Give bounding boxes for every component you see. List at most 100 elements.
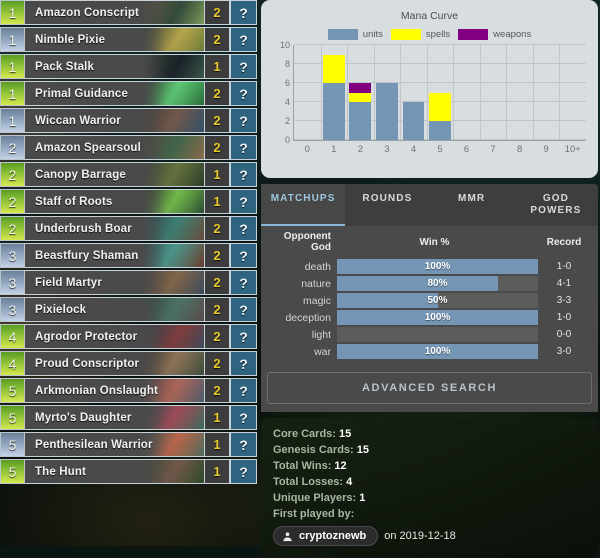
- matchup-row[interactable]: death 100% 1-0: [261, 258, 598, 275]
- matchup-row[interactable]: war 100% 3-0: [261, 343, 598, 360]
- card-quantity: 2: [204, 27, 230, 52]
- card-unknown-marker[interactable]: ?: [230, 27, 257, 52]
- card-name-label: Proud Conscriptor: [35, 357, 140, 370]
- card-unknown-marker[interactable]: ?: [230, 324, 257, 349]
- card-unknown-marker[interactable]: ?: [230, 216, 257, 241]
- card-name-label: Staff of Roots: [35, 195, 113, 208]
- card-row[interactable]: 1 Pack Stalk 1?: [0, 54, 257, 79]
- card-name-cell[interactable]: Nimble Pixie: [25, 27, 204, 52]
- card-row[interactable]: 1 Amazon Conscript 2?: [0, 0, 257, 25]
- chart-x-tick-label: 9: [543, 144, 549, 155]
- card-unknown-marker[interactable]: ?: [230, 54, 257, 79]
- legend-label: weapons: [493, 29, 532, 40]
- card-row[interactable]: 5 Arkmonian Onslaught 2?: [0, 378, 257, 403]
- card-unknown-marker[interactable]: ?: [230, 108, 257, 133]
- tab-god-powers[interactable]: GOD POWERS: [514, 184, 598, 226]
- card-quantity: 1: [204, 54, 230, 79]
- card-name-cell[interactable]: Wiccan Warrior: [25, 108, 204, 133]
- tab-matchups[interactable]: MATCHUPS: [261, 184, 346, 226]
- card-unknown-marker[interactable]: ?: [230, 81, 257, 106]
- card-quantity: 2: [204, 351, 230, 376]
- card-row[interactable]: 3 Pixielock 2?: [0, 297, 257, 322]
- card-cost-badge: 2: [0, 189, 25, 214]
- card-unknown-marker[interactable]: ?: [230, 405, 257, 430]
- tab-mmr[interactable]: MMR: [430, 184, 514, 226]
- card-unknown-marker[interactable]: ?: [230, 162, 257, 187]
- card-unknown-marker[interactable]: ?: [230, 432, 257, 457]
- matchup-row[interactable]: nature 80% 4-1: [261, 275, 598, 292]
- card-unknown-marker[interactable]: ?: [230, 351, 257, 376]
- card-name-cell[interactable]: The Hunt: [25, 459, 204, 484]
- card-name-cell[interactable]: Penthesilean Warrior: [25, 432, 204, 457]
- card-name-cell[interactable]: Underbrush Boar: [25, 216, 204, 241]
- card-row[interactable]: 3 Field Martyr 2?: [0, 270, 257, 295]
- chart-bar: [349, 83, 372, 140]
- card-art-thumbnail: [142, 1, 204, 24]
- card-cost-badge: 1: [0, 54, 25, 79]
- card-row[interactable]: 5 Myrto's Daughter 1?: [0, 405, 257, 430]
- card-unknown-marker[interactable]: ?: [230, 378, 257, 403]
- matchup-row[interactable]: light 0-0: [261, 326, 598, 343]
- card-name-cell[interactable]: Staff of Roots: [25, 189, 204, 214]
- stat-first-played-label: First played by:: [273, 508, 355, 520]
- chart-bar-segment-units: [429, 121, 451, 140]
- card-unknown-marker[interactable]: ?: [230, 243, 257, 268]
- header-win-pct: Win %: [419, 236, 450, 248]
- card-name-cell[interactable]: Amazon Conscript: [25, 0, 204, 25]
- card-row[interactable]: 2 Underbrush Boar 2?: [0, 216, 257, 241]
- card-name-cell[interactable]: Arkmonian Onslaught: [25, 378, 204, 403]
- card-unknown-marker[interactable]: ?: [230, 0, 257, 25]
- card-row[interactable]: 5 Penthesilean Warrior 1?: [0, 432, 257, 457]
- card-name-cell[interactable]: Pack Stalk: [25, 54, 204, 79]
- card-row[interactable]: 3 Beastfury Shaman 2?: [0, 243, 257, 268]
- card-cost-badge: 3: [0, 297, 25, 322]
- card-name-cell[interactable]: Beastfury Shaman: [25, 243, 204, 268]
- stat-core-cards-label: Core Cards:: [273, 428, 336, 440]
- advanced-search-button[interactable]: ADVANCED SEARCH: [267, 372, 592, 404]
- card-cost-badge: 5: [0, 459, 25, 484]
- card-art-thumbnail: [142, 217, 204, 240]
- matchup-row[interactable]: deception 100% 1-0: [261, 309, 598, 326]
- card-name-cell[interactable]: Proud Conscriptor: [25, 351, 204, 376]
- card-row[interactable]: 2 Amazon Spearsoul 2?: [0, 135, 257, 160]
- card-unknown-marker[interactable]: ?: [230, 189, 257, 214]
- card-row[interactable]: 2 Staff of Roots 1?: [0, 189, 257, 214]
- username-label: cryptoznewb: [299, 530, 367, 542]
- card-art-thumbnail: [142, 82, 204, 105]
- card-quantity: 2: [204, 81, 230, 106]
- legend-item: spells: [390, 29, 450, 40]
- card-name-cell[interactable]: Myrto's Daughter: [25, 405, 204, 430]
- card-cost-badge: 4: [0, 324, 25, 349]
- card-row[interactable]: 1 Primal Guidance 2?: [0, 81, 257, 106]
- card-name-cell[interactable]: Pixielock: [25, 297, 204, 322]
- card-row[interactable]: 4 Agrodor Protector 2?: [0, 324, 257, 349]
- matchup-row[interactable]: magic 50% 3-3: [261, 292, 598, 309]
- card-art-thumbnail: [142, 298, 204, 321]
- card-row[interactable]: 4 Proud Conscriptor 2?: [0, 351, 257, 376]
- chart-y-tick-label: 8: [284, 59, 290, 69]
- card-unknown-marker[interactable]: ?: [230, 297, 257, 322]
- card-name-cell[interactable]: Canopy Barrage: [25, 162, 204, 187]
- card-name-label: Beastfury Shaman: [35, 249, 139, 262]
- card-name-cell[interactable]: Field Martyr: [25, 270, 204, 295]
- stats-tabs[interactable]: MATCHUPS ROUNDS MMR GOD POWERS: [261, 184, 598, 226]
- user-badge[interactable]: cryptoznewb: [273, 526, 379, 546]
- chart-plot-area: 0 2 4 6 8 10 0 1 2 3 4 5 6 7 8 9 10+: [280, 40, 586, 155]
- card-row[interactable]: 1 Wiccan Warrior 2?: [0, 108, 257, 133]
- card-row[interactable]: 5 The Hunt 1?: [0, 459, 257, 484]
- card-unknown-marker[interactable]: ?: [230, 135, 257, 160]
- card-name-cell[interactable]: Primal Guidance: [25, 81, 204, 106]
- card-cost-badge: 1: [0, 27, 25, 52]
- card-quantity: 2: [204, 243, 230, 268]
- tab-rounds[interactable]: ROUNDS: [345, 184, 429, 226]
- card-name-cell[interactable]: Amazon Spearsoul: [25, 135, 204, 160]
- card-art-thumbnail: [142, 352, 204, 375]
- card-unknown-marker[interactable]: ?: [230, 459, 257, 484]
- card-quantity: 1: [204, 162, 230, 187]
- deck-card-list: 1 Amazon Conscript 2? 1 Nimble Pixie 2? 1 Pack …: [0, 0, 257, 486]
- card-row[interactable]: 1 Nimble Pixie 2?: [0, 27, 257, 52]
- card-name-cell[interactable]: Agrodor Protector: [25, 324, 204, 349]
- card-row[interactable]: 2 Canopy Barrage 1?: [0, 162, 257, 187]
- card-name-label: Wiccan Warrior: [35, 114, 121, 127]
- card-unknown-marker[interactable]: ?: [230, 270, 257, 295]
